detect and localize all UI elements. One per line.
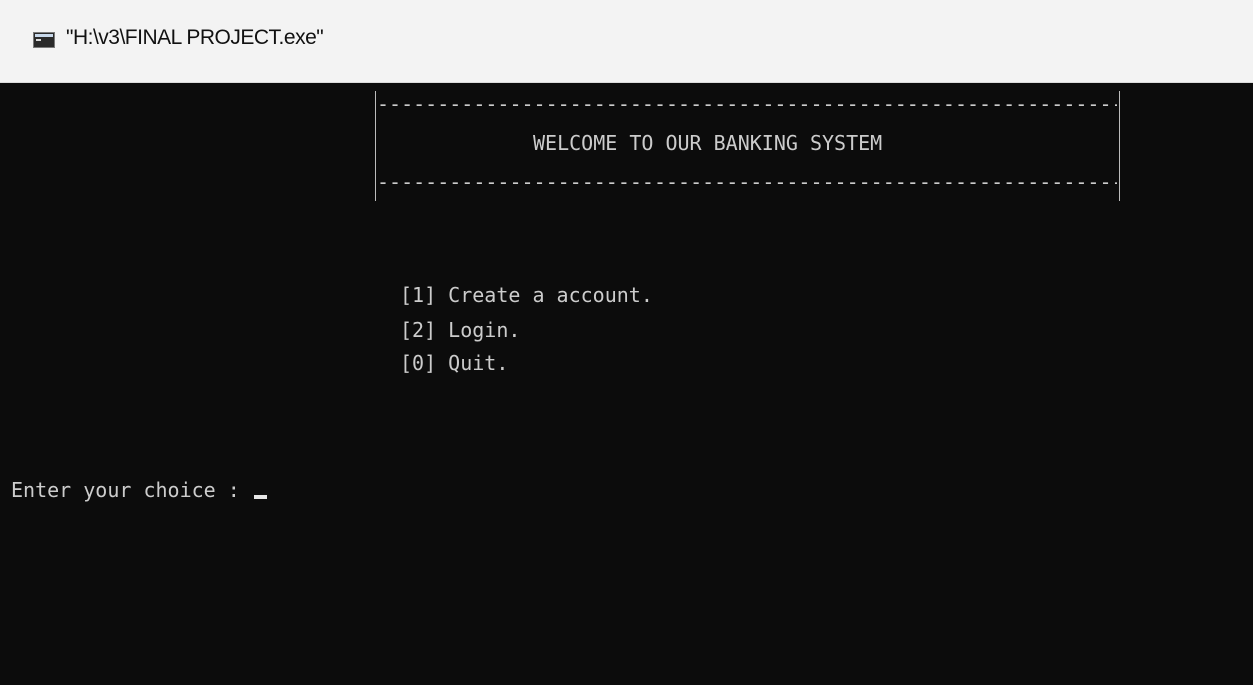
menu-item-login: [2] Login. [400, 318, 521, 342]
banner-bottom-border: ----------------------------------------… [377, 172, 1117, 192]
console-output[interactable]: ----------------------------------------… [0, 83, 1253, 685]
menu-item-quit: [0] Quit. [400, 351, 509, 375]
banner-title: WELCOME TO OUR BANKING SYSTEM [533, 131, 883, 155]
input-prompt: Enter your choice : [11, 478, 252, 502]
menu-item-create-account: [1] Create a account. [400, 283, 653, 307]
window-title: "H:\v3\FINAL PROJECT.exe" [66, 26, 324, 49]
title-bar[interactable]: "H:\v3\FINAL PROJECT.exe" [0, 0, 1253, 83]
console-app-icon[interactable] [33, 32, 55, 48]
text-cursor [253, 495, 267, 499]
input-prompt-line[interactable]: Enter your choice : [11, 478, 267, 502]
banner-right-border [1119, 91, 1120, 201]
banner-top-border: ----------------------------------------… [377, 94, 1117, 114]
banner-left-border [375, 91, 376, 201]
console-window: "H:\v3\FINAL PROJECT.exe" --------------… [0, 0, 1253, 685]
